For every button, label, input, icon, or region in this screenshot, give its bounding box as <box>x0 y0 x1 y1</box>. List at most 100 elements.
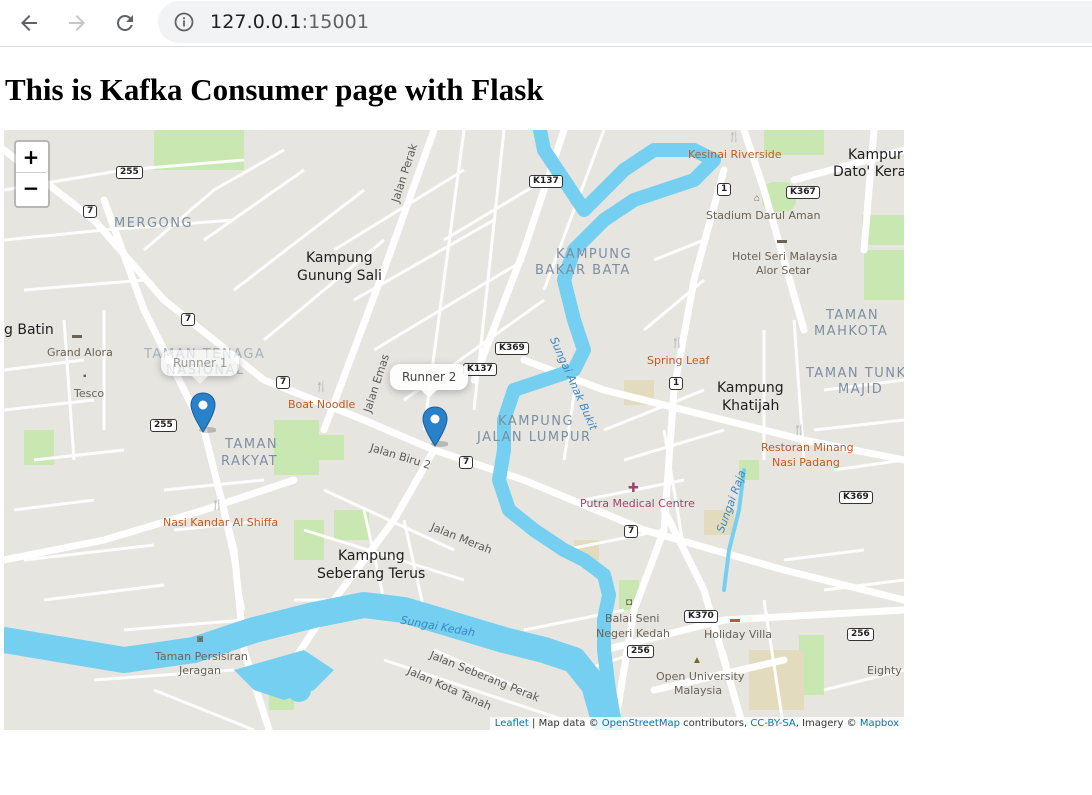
area-label-taman-mahkota-1: TAMAN <box>826 308 880 323</box>
road-shield: 7 <box>276 376 291 389</box>
school-icon: ▲ <box>692 655 702 666</box>
poi-balai-seni-2: Negeri Kedah <box>596 627 670 640</box>
poi-stadium-darul-aman: Stadium Darul Aman <box>706 209 821 222</box>
poi-open-university-2: Malaysia <box>674 684 723 697</box>
road-shield: 7 <box>624 525 639 538</box>
restaurant-icon: 🍴 <box>793 425 806 436</box>
reload-icon <box>116 14 133 31</box>
camera-icon: ◙ <box>197 634 204 645</box>
poi-putra-medical: Putra Medical Centre <box>580 497 695 510</box>
road-shield: 255 <box>150 419 177 432</box>
poi-balai-seni-1: Balai Seni <box>605 612 660 625</box>
road-shield: K369 <box>839 491 873 504</box>
zoom-out-button[interactable]: − <box>16 173 46 203</box>
poi-restoran-minang-1: Restoran Minang <box>761 441 854 454</box>
attribution-text: contributors, <box>679 718 751 729</box>
page-title: This is Kafka Consumer page with Flask <box>5 72 544 107</box>
area-label-taman-tunku-majid-1: TAMAN TUNKU <box>806 366 904 381</box>
zoom-in-button[interactable]: + <box>16 142 46 173</box>
poi-kesinai-riverside: Kesinai Riverside <box>688 148 782 161</box>
browser-toolbar: 127.0.0.1:15001 <box>0 0 1092 47</box>
poi-taman-persisiran-1: Taman Persisiran <box>155 650 248 663</box>
poi-holiday-villa: Holiday Villa <box>704 628 773 641</box>
restaurant-icon: 🍴 <box>728 132 741 143</box>
road-shield: K367 <box>786 186 820 199</box>
place-label-kampung-khatijah-1: Kampung <box>717 380 784 396</box>
map-container[interactable]: MERGONG TAMAN TENAGA NASIONAL TAMAN RAKY… <box>4 130 904 730</box>
poi-boat-noodle: Boat Noodle <box>288 398 356 411</box>
stadium-icon: ⌂ <box>754 193 761 204</box>
attribution-text: | Map data © <box>528 718 602 729</box>
map-attribution: Leaflet | Map data © OpenStreetMap contr… <box>489 717 904 730</box>
road-shield: K369 <box>495 342 529 355</box>
url-host: 127.0.0.1 <box>210 11 302 33</box>
forward-button[interactable] <box>61 7 93 39</box>
place-label-kampung-gunung-sali-2: Gunung Sali <box>297 268 382 284</box>
license-link[interactable]: CC-BY-SA <box>750 718 795 729</box>
road-shield: 256 <box>847 628 874 641</box>
road-shield: 255 <box>116 166 143 179</box>
place-label-kampung-dato-kera-2: Dato' Kera <box>833 164 904 180</box>
place-label-batin: g Batin <box>4 322 54 338</box>
hotel-icon: ▬ <box>72 330 82 341</box>
road-shield: K137 <box>463 363 497 376</box>
area-label-taman-mahkota-2: MAHKOTA <box>814 324 889 339</box>
reload-button[interactable] <box>109 7 141 39</box>
restaurant-icon: 🍴 <box>211 500 224 511</box>
arrow-right-icon <box>69 15 85 31</box>
marker-tooltip-runner-2: Runner 2 <box>390 364 469 398</box>
map-marker-icon[interactable] <box>422 406 448 447</box>
zoom-control: + − <box>14 140 50 208</box>
area-label-taman-tunku-majid-2: MAJID <box>838 382 884 397</box>
place-label-kampung-seberang-terus-1: Kampung <box>338 548 405 564</box>
place-label-kampung-seberang-terus-2: Seberang Terus <box>317 566 426 582</box>
restaurant-icon: 🍴 <box>315 382 328 393</box>
poi-eighty: Eighty <box>867 664 902 677</box>
road-shield: 7 <box>83 205 98 218</box>
road-shield: 7 <box>181 313 196 326</box>
arrow-left-icon <box>21 15 37 31</box>
poi-hotel-seri-malaysia-1: Hotel Seri Malaysia <box>732 250 838 263</box>
poi-restoran-minang-2: Nasi Padang <box>772 456 840 469</box>
marker-tooltip-runner-1: Runner 1 <box>161 350 240 384</box>
restaurant-icon: 🍴 <box>671 338 684 349</box>
place-label-kampung-khatijah-2: Khatijah <box>722 398 780 414</box>
road-shield: K137 <box>529 175 563 188</box>
url-port: :15001 <box>301 11 370 33</box>
info-icon <box>174 12 194 32</box>
area-label-taman-rakyat-1: TAMAN <box>225 437 279 452</box>
place-label-kampung-dato-kera-1: Kampur <box>848 147 903 163</box>
area-label-kampung-jalan-lumpur-2: JALAN LUMPUR <box>477 430 592 445</box>
mapbox-link[interactable]: Mapbox <box>860 718 899 729</box>
poi-hotel-seri-malaysia-2: Alor Setar <box>756 264 811 277</box>
road-shield: 1 <box>717 183 732 196</box>
address-bar[interactable]: 127.0.0.1:15001 <box>158 1 1092 43</box>
area-label-mergong: MERGONG <box>114 216 194 231</box>
road-shield: K370 <box>684 610 718 623</box>
poi-tesco: Tesco <box>74 387 105 400</box>
road-shield: 1 <box>669 377 684 390</box>
poi-taman-persisiran-2: Jeragan <box>179 664 221 677</box>
road-shield: 7 <box>459 456 474 469</box>
poi-nasi-kandar: Nasi Kandar Al Shiffa <box>163 516 279 529</box>
url-text: 127.0.0.1:15001 <box>210 11 369 33</box>
area-label-taman-rakyat-2: RAKYAT <box>221 454 279 469</box>
road-shield: 256 <box>627 645 654 658</box>
attribution-text: , Imagery © <box>795 718 860 729</box>
leaflet-link[interactable]: Leaflet <box>495 718 529 729</box>
poi-spring-leaf: Spring Leaf <box>647 354 710 367</box>
poi-grand-alora: Grand Alora <box>47 346 113 359</box>
hotel-icon: ▬ <box>730 614 740 625</box>
area-label-kampung-jalan-lumpur-1: KAMPUNG <box>498 414 575 429</box>
poi-open-university-1: Open University <box>656 670 745 683</box>
hospital-icon: ✚ <box>628 480 639 495</box>
hotel-icon: ▬ <box>777 235 787 246</box>
place-label-kampung-gunung-sali-1: Kampung <box>306 250 373 266</box>
map-marker-icon[interactable] <box>190 392 216 433</box>
area-label-kampung-bakar-bata-1: KAMPUNG <box>556 247 633 262</box>
museum-icon: ◘ <box>626 597 633 608</box>
osm-link[interactable]: OpenStreetMap <box>602 718 680 729</box>
shop-icon: ▪ <box>83 371 87 382</box>
back-button[interactable] <box>13 7 45 39</box>
area-label-kampung-bakar-bata-2: BAKAR BATA <box>535 263 631 278</box>
